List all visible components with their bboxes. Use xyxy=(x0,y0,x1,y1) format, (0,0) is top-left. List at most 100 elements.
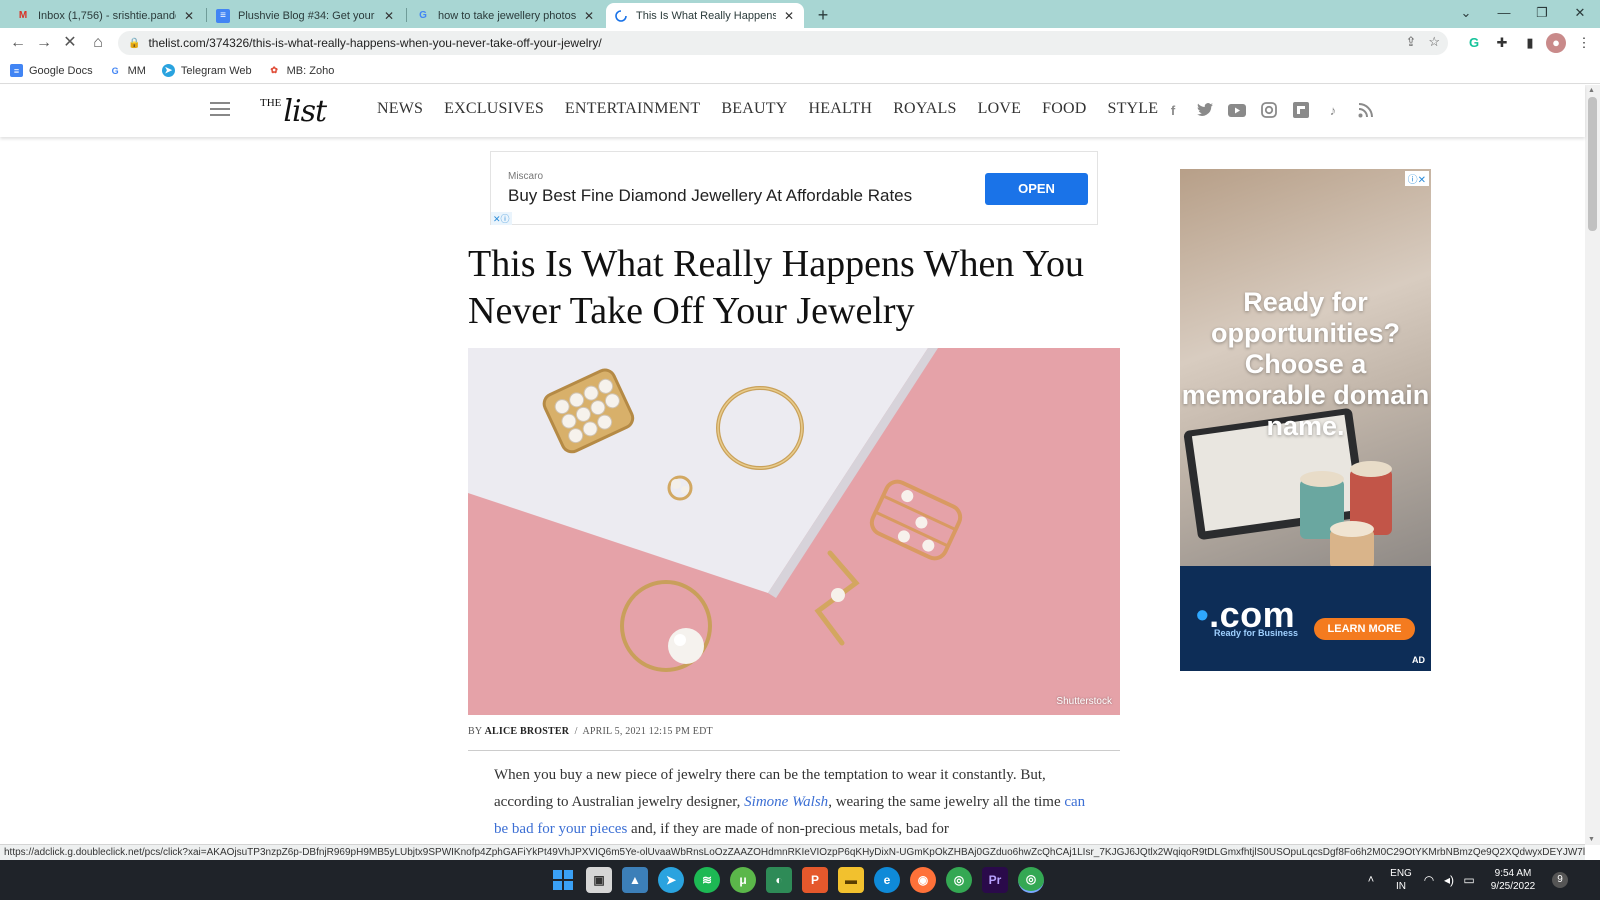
tab-separator xyxy=(206,8,207,22)
ad-label: AD xyxy=(1412,655,1425,665)
minimize-button[interactable]: — xyxy=(1486,0,1522,28)
jewelry-photo xyxy=(468,348,1120,715)
battery-icon[interactable]: ▭ xyxy=(1460,860,1478,900)
notification-center[interactable]: 9 xyxy=(1550,860,1570,900)
article-title: This Is What Really Happens When You Nev… xyxy=(468,243,1085,332)
nav-entertainment[interactable]: ENTERTAINMENT xyxy=(565,100,700,118)
youtube-icon[interactable] xyxy=(1228,101,1246,119)
address-bar[interactable]: 🔒 thelist.com/374326/this-is-what-really… xyxy=(118,31,1448,55)
tab-title: Plushvie Blog #34: Get your Jewe xyxy=(238,9,376,22)
spotify-icon[interactable]: ≋ xyxy=(694,867,720,893)
flipboard-icon[interactable] xyxy=(1292,101,1310,119)
menu-kebab-icon[interactable]: ⋮ xyxy=(1574,33,1594,53)
byline-prefix: BY xyxy=(468,726,482,737)
scroll-thumb[interactable] xyxy=(1588,97,1597,231)
nav-beauty[interactable]: BEAUTY xyxy=(721,100,787,118)
clock[interactable]: 9:54 AM 9/25/2022 xyxy=(1482,860,1544,900)
nav-love[interactable]: LOVE xyxy=(978,100,1021,118)
new-tab-button[interactable]: + xyxy=(812,4,834,26)
firefox-icon[interactable]: ◉ xyxy=(910,867,936,893)
tab-title: Inbox (1,756) - srishtie.pandey@g xyxy=(38,9,176,22)
bookmark-telegram[interactable]: ➤ Telegram Web xyxy=(161,64,252,77)
rss-icon[interactable] xyxy=(1356,101,1374,119)
wifi-icon[interactable]: ◠ xyxy=(1420,860,1438,900)
page-scrollbar[interactable]: ▲ ▼ xyxy=(1585,85,1600,845)
designer-link[interactable]: Simone Walsh xyxy=(744,794,828,810)
edge-icon[interactable]: e xyxy=(874,867,900,893)
close-icon[interactable]: ✕ xyxy=(582,9,596,23)
ad-open-button[interactable]: OPEN xyxy=(985,173,1088,205)
share-icon[interactable]: ⇪ xyxy=(1405,34,1416,50)
nav-royals[interactable]: ROYALS xyxy=(893,100,956,118)
article-byline: BY ALICE BROSTER / APRIL 5, 2021 12:15 P… xyxy=(468,726,713,737)
bookmark-mm[interactable]: G MM xyxy=(109,64,146,77)
adchoices-icon[interactable]: ⓘ✕ xyxy=(1404,171,1429,186)
volume-icon[interactable]: ◂) xyxy=(1440,860,1458,900)
forward-button[interactable]: → xyxy=(32,31,56,55)
facebook-icon[interactable]: f xyxy=(1164,101,1182,119)
tray-overflow-icon[interactable]: ˄ xyxy=(1362,860,1380,900)
photos-icon[interactable]: ▲ xyxy=(622,867,648,893)
home-button[interactable]: ⌂ xyxy=(86,31,110,55)
bookmark-google-docs[interactable]: ≡ Google Docs xyxy=(10,64,93,77)
chrome-icon[interactable]: ◎ xyxy=(946,867,972,893)
instagram-icon[interactable] xyxy=(1260,101,1278,119)
sidebar-ad[interactable]: Ready for opportunities? Choose a memora… xyxy=(1180,169,1431,671)
tab-gmail[interactable]: M Inbox (1,756) - srishtie.pandey@g ✕ xyxy=(8,3,204,28)
hamburger-menu-icon[interactable] xyxy=(210,102,230,116)
profile-avatar[interactable]: ● xyxy=(1546,33,1566,53)
clock-date: 9/25/2022 xyxy=(1490,881,1536,892)
nav-food[interactable]: FOOD xyxy=(1042,100,1086,118)
scroll-down-arrow[interactable]: ▼ xyxy=(1588,836,1595,843)
task-view-icon[interactable]: ▣ xyxy=(586,867,612,893)
site-logo[interactable]: THE list xyxy=(260,93,327,129)
adchoices-icon[interactable]: ✕ⓘ xyxy=(491,212,512,225)
restore-button[interactable]: ❐ xyxy=(1524,0,1560,28)
byline-date: APRIL 5, 2021 12:15 PM EDT xyxy=(582,726,713,737)
telegram-icon: ➤ xyxy=(161,64,175,77)
clock-time: 9:54 AM xyxy=(1494,868,1532,879)
page-content: Miscaro Buy Best Fine Diamond Jewellery … xyxy=(0,137,1585,844)
windows-start-icon[interactable] xyxy=(550,867,576,893)
powerpoint-icon[interactable]: P xyxy=(802,867,828,893)
close-icon[interactable]: ✕ xyxy=(782,9,796,23)
region-code: IN xyxy=(1395,881,1406,892)
language-indicator[interactable]: ENG IN xyxy=(1386,860,1416,900)
top-banner-ad[interactable]: Miscaro Buy Best Fine Diamond Jewellery … xyxy=(490,151,1098,225)
extensions-puzzle-icon[interactable]: ✚ xyxy=(1492,33,1512,53)
close-icon[interactable]: ✕ xyxy=(182,9,196,23)
scroll-up-arrow[interactable]: ▲ xyxy=(1588,87,1595,94)
stop-loading-button[interactable]: ✕ xyxy=(58,31,82,55)
side-panel-icon[interactable]: ▮ xyxy=(1520,33,1540,53)
app-icon[interactable]: ◐ xyxy=(766,867,792,893)
premiere-pro-icon[interactable]: Pr xyxy=(982,867,1008,893)
utorrent-icon[interactable]: μ xyxy=(730,867,756,893)
ad-learn-more-button[interactable]: LEARN MORE xyxy=(1314,618,1415,640)
tiktok-icon[interactable]: ♪ xyxy=(1324,101,1342,119)
nav-news[interactable]: NEWS xyxy=(377,100,423,118)
nav-health[interactable]: HEALTH xyxy=(808,100,872,118)
tab-search-icon[interactable]: ⌄ xyxy=(1448,0,1484,28)
chrome-active-icon[interactable]: ◎ xyxy=(1018,867,1044,893)
address-url: thelist.com/374326/this-is-what-really-h… xyxy=(148,36,602,50)
bookmark-star-icon[interactable]: ☆ xyxy=(1428,34,1440,50)
article-hero-image: Shutterstock xyxy=(468,348,1120,715)
close-window-button[interactable]: ✕ xyxy=(1562,0,1598,28)
tab-google-search[interactable]: G how to take jewellery photos - G ✕ xyxy=(408,3,604,28)
tab-thelist-article[interactable]: This Is What Really Happens Whe ✕ xyxy=(606,3,804,28)
bookmark-label: MB: Zoho xyxy=(286,64,335,77)
nav-exclusives[interactable]: EXCLUSIVES xyxy=(444,100,544,118)
bookmark-zoho[interactable]: ✿ MB: Zoho xyxy=(268,64,335,77)
telegram-icon[interactable]: ➤ xyxy=(658,867,684,893)
lock-icon[interactable]: 🔒 xyxy=(128,38,140,49)
nav-style[interactable]: STYLE xyxy=(1107,100,1158,118)
twitter-icon[interactable] xyxy=(1196,101,1214,119)
grammarly-icon[interactable]: G xyxy=(1464,33,1484,53)
zoho-icon: ✿ xyxy=(270,65,278,75)
ad-headline[interactable]: Buy Best Fine Diamond Jewellery At Affor… xyxy=(508,186,912,206)
tab-docs[interactable]: ≡ Plushvie Blog #34: Get your Jewe ✕ xyxy=(208,3,404,28)
back-button[interactable]: ← xyxy=(6,31,30,55)
file-explorer-icon[interactable]: ▬ xyxy=(838,867,864,893)
close-icon[interactable]: ✕ xyxy=(382,9,396,23)
byline-author[interactable]: ALICE BROSTER xyxy=(485,726,570,737)
